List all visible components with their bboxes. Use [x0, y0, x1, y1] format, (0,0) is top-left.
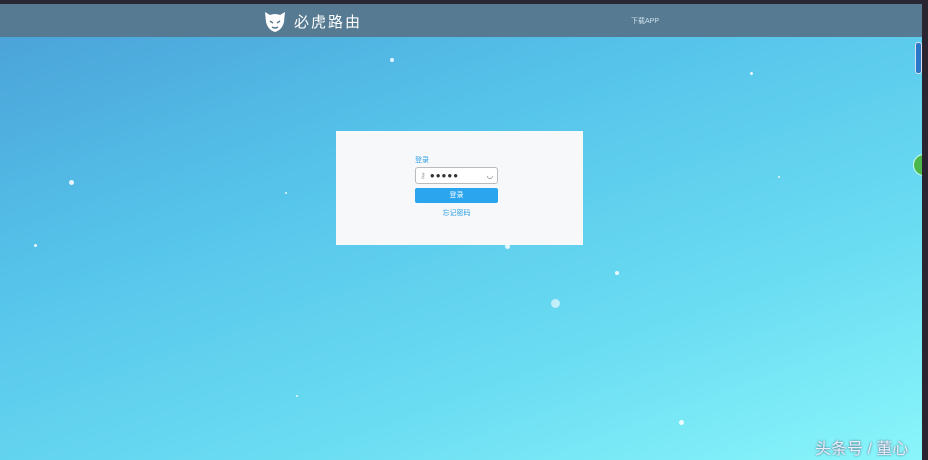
password-value: ●●●●● [429, 171, 460, 180]
download-app-link[interactable]: 下载APP [631, 16, 659, 26]
watermark: 头条号 / 董心 [815, 441, 909, 458]
router-login-page: 必虎路由 下载APP 登录 ⚷ ●●●●● ◡ 登录 忘记密码 [0, 4, 922, 460]
forgot-password-link[interactable]: 忘记密码 [415, 208, 498, 218]
tiger-logo-icon [265, 12, 285, 32]
login-card: 登录 ⚷ ●●●●● ◡ 登录 忘记密码 [336, 131, 583, 245]
login-button[interactable]: 登录 [415, 188, 498, 203]
scrollbar[interactable] [915, 42, 922, 74]
login-title: 登录 [415, 157, 429, 164]
show-password-icon[interactable]: ◡ [487, 172, 493, 180]
password-input[interactable]: ⚷ ●●●●● ◡ [415, 167, 498, 184]
floating-widget-button[interactable] [913, 154, 922, 176]
header: 必虎路由 下载APP [0, 4, 922, 37]
brand-name: 必虎路由 [294, 13, 363, 31]
logo[interactable]: 必虎路由 [262, 8, 362, 34]
key-icon: ⚷ [420, 171, 426, 180]
